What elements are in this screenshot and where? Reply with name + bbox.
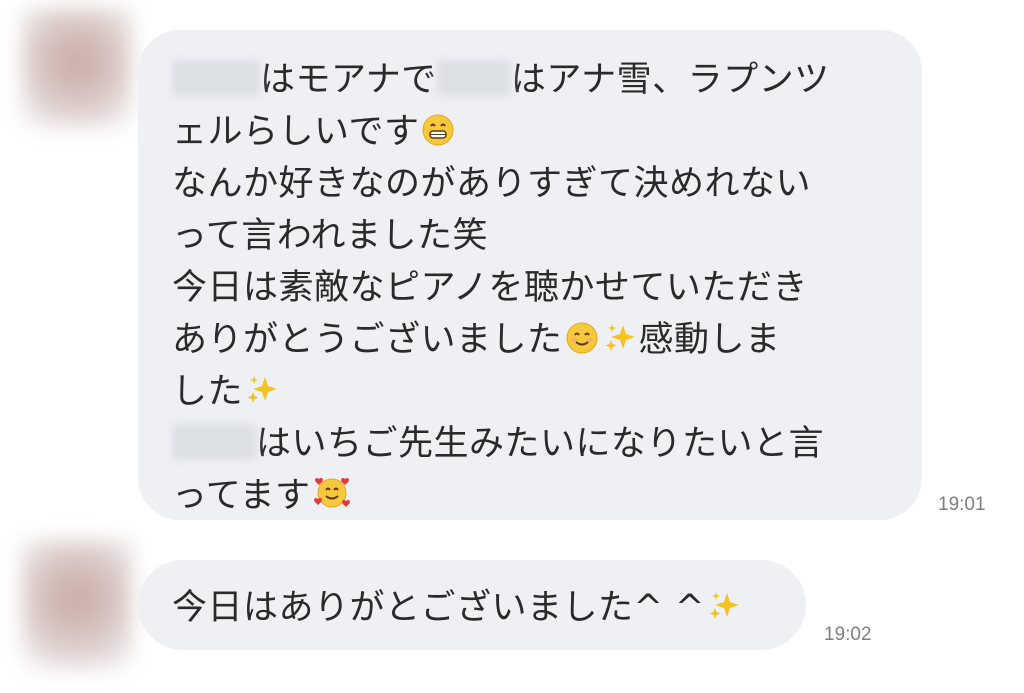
sparkles-icon	[707, 589, 741, 623]
redacted-name	[172, 424, 256, 460]
message-line: ってます	[172, 470, 902, 522]
message-timestamp: 19:02	[824, 624, 872, 645]
message-line: 今日はありがとございました^ ^	[172, 582, 786, 634]
message-bubble: はモアナで はアナ雪、ラプンツ ェルらしいです なんか好きなのがありすぎて決めれな…	[138, 30, 922, 520]
message-text: ありがとうございました	[172, 320, 563, 360]
chat-thread: はモアナで はアナ雪、ラプンツ ェルらしいです なんか好きなのがありすぎて決めれな…	[0, 0, 1024, 693]
message-text: なんか好きなのがありすぎて決めれない	[172, 164, 812, 204]
redacted-name	[436, 60, 511, 96]
message-text: はモアナで	[260, 60, 437, 100]
smiling-face-with-hearts-icon	[313, 473, 351, 511]
sparkles-icon	[245, 373, 279, 407]
redacted-name	[172, 60, 260, 96]
message-bubble: 今日はありがとございました^ ^	[138, 560, 806, 650]
grinning-face-icon	[421, 113, 455, 147]
message-timestamp: 19:01	[938, 494, 986, 515]
message-text: した	[172, 372, 244, 412]
message-line: はいちご先生みたいになりたいと言	[172, 418, 902, 470]
message-text: 今日はありがとございました^ ^	[172, 588, 705, 628]
sender-avatar[interactable]	[22, 8, 132, 128]
message-line: 今日は素敵なピアノを聴かせていただき	[172, 262, 902, 314]
message-text: って言われました笑	[172, 216, 489, 256]
message-text: ってます	[172, 476, 311, 516]
message-text: はアナ雪、ラプンツ	[510, 60, 830, 100]
message-line: なんか好きなのがありすぎて決めれない	[172, 158, 902, 210]
message-text: 感動しま	[638, 320, 781, 360]
smiling-face-icon	[565, 321, 599, 355]
message-line: した	[172, 366, 902, 418]
message-line: って言われました笑	[172, 210, 902, 262]
message-line: はモアナで はアナ雪、ラプンツ	[172, 54, 902, 106]
message-text: 今日は素敵なピアノを聴かせていただき	[172, 268, 808, 308]
message-line: ありがとうございました 感動しま	[172, 314, 902, 366]
message-text: ェルらしいです	[172, 112, 420, 152]
sparkles-icon	[603, 321, 637, 355]
message-line: ェルらしいです	[172, 106, 902, 158]
message-text: はいちご先生みたいになりたいと言	[256, 424, 825, 464]
sender-avatar[interactable]	[22, 540, 132, 670]
